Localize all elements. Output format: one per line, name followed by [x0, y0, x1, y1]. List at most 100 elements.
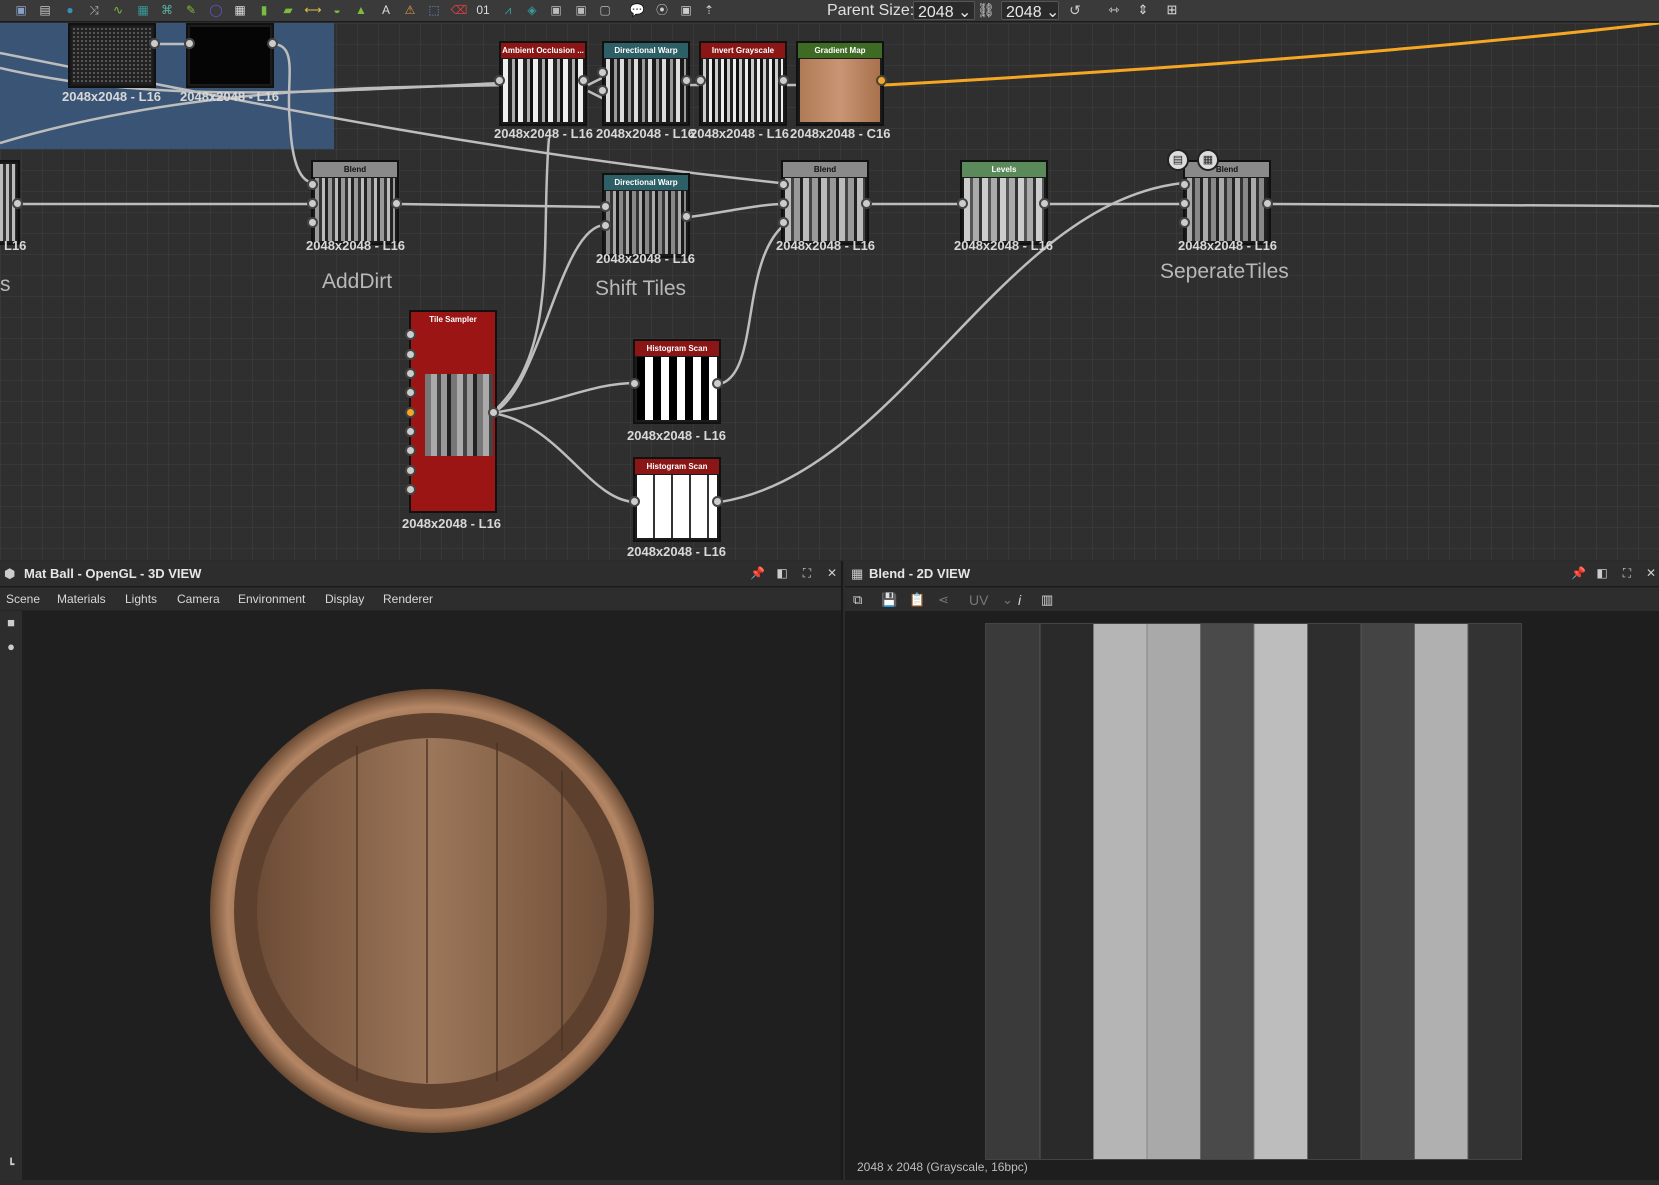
triangle-icon[interactable]: ⚠ — [401, 1, 419, 19]
input-port[interactable] — [1179, 198, 1190, 209]
pin-icon[interactable]: ▣ — [677, 1, 695, 19]
input-port[interactable] — [307, 198, 318, 209]
number-icon[interactable]: 01 — [474, 1, 492, 19]
input-port[interactable] — [405, 329, 416, 340]
input-port[interactable] — [778, 179, 789, 190]
chevron-down-icon[interactable]: ⌄ — [1002, 592, 1013, 608]
gradient-icon[interactable]: ▦ — [134, 1, 152, 19]
float-icon[interactable]: ◧ — [775, 566, 789, 580]
input-port[interactable] — [1179, 179, 1190, 190]
input-port[interactable] — [307, 217, 318, 228]
text-icon[interactable]: A — [377, 1, 395, 19]
close-icon[interactable]: ✕ — [825, 566, 839, 580]
close-icon[interactable]: ✕ — [1644, 566, 1658, 580]
node-levels[interactable]: Levels — [960, 160, 1048, 245]
link-icon[interactable]: ⛓ — [977, 2, 995, 20]
frame3-icon[interactable]: ▢ — [596, 1, 614, 19]
node-gradient-map[interactable]: Gradient Map — [796, 41, 884, 126]
output-size-dropdown[interactable]: 2048 ⌄ — [1001, 1, 1059, 21]
pin-icon[interactable]: 📌 — [750, 566, 765, 580]
2d-viewport[interactable]: 2048 x 2048 (Grayscale, 16bpc) — [845, 611, 1659, 1180]
output-port[interactable] — [876, 75, 887, 86]
texture-preview[interactable] — [985, 623, 1522, 1160]
bucket-icon[interactable]: ▮ — [255, 1, 273, 19]
parent-size-dropdown[interactable]: 2048 ⌄ — [913, 1, 975, 21]
3d-viewport[interactable] — [22, 611, 841, 1180]
node-noise[interactable] — [68, 23, 156, 88]
uv-icon[interactable]: ⩘ — [499, 1, 517, 19]
input-port[interactable] — [597, 85, 608, 96]
input-port[interactable] — [405, 484, 416, 495]
hierarchy-icon[interactable]: ┗ — [2, 1158, 20, 1176]
menu-camera[interactable]: Camera — [177, 592, 220, 606]
document-icon[interactable]: ▤ — [36, 1, 54, 19]
output-port[interactable] — [778, 75, 789, 86]
document-icon[interactable]: ▤ — [1167, 149, 1189, 171]
warp-icon[interactable]: ⌘ — [158, 1, 176, 19]
sphere-icon[interactable]: ◒ — [328, 1, 346, 19]
menu-materials[interactable]: Materials — [57, 592, 106, 606]
output-port[interactable] — [1039, 198, 1050, 209]
input-port[interactable] — [600, 220, 611, 231]
histogram-icon[interactable]: ▥ — [1041, 592, 1053, 608]
slider-icon[interactable]: ⟷ — [304, 1, 322, 19]
menu-display[interactable]: Display — [325, 592, 364, 606]
input-port[interactable] — [778, 198, 789, 209]
drop-icon[interactable]: ● — [61, 1, 79, 19]
select-icon[interactable]: ⬚ — [425, 1, 443, 19]
uv-toggle[interactable]: UV — [969, 592, 988, 608]
output-port[interactable] — [578, 75, 589, 86]
node-tile-sampler[interactable]: Tile Sampler — [409, 310, 497, 513]
node-directional-warp-2[interactable]: Directional Warp — [602, 173, 690, 258]
output-port[interactable] — [488, 407, 499, 418]
camera-icon[interactable]: ■ — [2, 615, 20, 633]
connect-icon[interactable]: ⦿ — [653, 1, 671, 19]
arrow-icon[interactable]: ⇡ — [700, 1, 718, 19]
maximize-icon[interactable]: ⛶ — [1620, 566, 1634, 580]
align-v-icon[interactable]: ⇕ — [1134, 2, 1152, 20]
levels-icon[interactable]: ▲ — [352, 1, 370, 19]
checker-icon[interactable]: ▦ — [1197, 149, 1219, 171]
circle-icon[interactable]: ◯ — [207, 1, 225, 19]
input-port[interactable] — [957, 198, 968, 209]
input-port[interactable] — [597, 67, 608, 78]
save-icon[interactable]: 💾 — [881, 592, 897, 608]
node-blend-3[interactable]: Blend — [1183, 160, 1271, 245]
input-port[interactable] — [1179, 217, 1190, 228]
node-blend-2[interactable]: Blend — [781, 160, 869, 245]
input-port[interactable] — [307, 179, 318, 190]
node-blend-1[interactable]: Blend — [311, 160, 399, 245]
node-histogram-scan-2[interactable]: Histogram Scan — [633, 457, 721, 542]
output-port[interactable] — [1262, 198, 1273, 209]
grid-icon[interactable]: ▦ — [231, 1, 249, 19]
output-port[interactable] — [681, 211, 692, 222]
input-port[interactable] — [600, 201, 611, 212]
node-invert-grayscale[interactable]: Invert Grayscale — [699, 41, 787, 126]
distribute-icon[interactable]: ⊞ — [1163, 2, 1181, 20]
input-port[interactable] — [405, 426, 416, 437]
output-port[interactable] — [391, 198, 402, 209]
menu-lights[interactable]: Lights — [125, 592, 157, 606]
input-port[interactable] — [405, 465, 416, 476]
frame-icon[interactable]: ▣ — [547, 1, 565, 19]
output-port[interactable] — [149, 38, 160, 49]
input-port[interactable] — [405, 407, 416, 418]
maximize-icon[interactable]: ⛶ — [800, 566, 814, 580]
input-port[interactable] — [184, 38, 195, 49]
node-histogram-scan-1[interactable]: Histogram Scan — [633, 339, 721, 424]
tile-icon[interactable]: ◈ — [523, 1, 541, 19]
input-port[interactable] — [405, 387, 416, 398]
reset-icon[interactable]: ↺ — [1066, 2, 1084, 20]
paste-icon[interactable]: 📋 — [909, 592, 925, 608]
input-port[interactable] — [405, 349, 416, 360]
menu-environment[interactable]: Environment — [238, 592, 305, 606]
menu-scene[interactable]: Scene — [6, 592, 40, 606]
float-icon[interactable]: ◧ — [1595, 566, 1609, 580]
fill-icon[interactable]: ▰ — [279, 1, 297, 19]
output-port[interactable] — [681, 75, 692, 86]
node-directional-warp-1[interactable]: Directional Warp — [602, 41, 690, 126]
menu-renderer[interactable]: Renderer — [383, 592, 433, 606]
node-graph[interactable]: 2048x2048 - L16 2048x2048 - L16 Ambient … — [0, 23, 1659, 560]
comment-icon[interactable]: 💬 — [628, 1, 646, 19]
input-port[interactable] — [405, 368, 416, 379]
